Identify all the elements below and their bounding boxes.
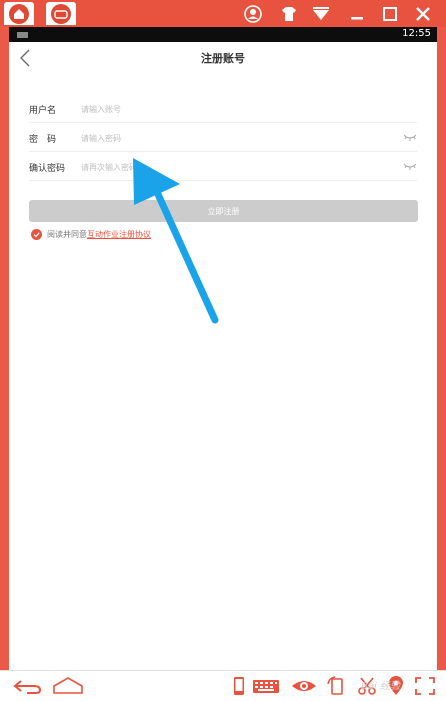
agreement-prefix: 阅读并同意 — [47, 230, 87, 239]
tab-app-icon — [51, 4, 71, 24]
rotate-icon[interactable] — [326, 676, 348, 696]
emulator-bottom-bar: Bai 经验 — [0, 670, 446, 701]
agreement-link[interactable]: 互动作业注册协议 — [87, 230, 151, 239]
checkmark-icon[interactable] — [31, 229, 42, 240]
watermark: Bai 经验 — [361, 681, 400, 692]
home-tab[interactable] — [4, 2, 34, 25]
agreement-row: 阅读并同意互动作业注册协议 — [31, 228, 331, 242]
minimize-icon[interactable] — [347, 4, 367, 24]
status-bar: 12:55 — [9, 27, 437, 42]
device-screen: 12:55 注册账号 用户名 密 码 确认密码 立即注册 阅读并同意互动作业注册… — [9, 27, 437, 670]
username-input[interactable] — [81, 99, 381, 119]
emulator-toolbar — [0, 0, 446, 27]
page-title: 注册账号 — [201, 52, 245, 65]
user-icon[interactable] — [243, 4, 263, 24]
agreement-text: 阅读并同意互动作业注册协议 — [47, 229, 151, 240]
confirm-password-input[interactable] — [81, 157, 381, 177]
app-tab[interactable] — [46, 2, 76, 25]
wifi-icon[interactable] — [311, 4, 331, 24]
keyboard-icon[interactable] — [252, 676, 280, 696]
eye-hidden-icon[interactable] — [403, 162, 417, 171]
confirm-password-row: 确认密码 — [29, 153, 417, 181]
phone-icon[interactable] — [232, 676, 246, 696]
eye-icon[interactable] — [290, 676, 318, 696]
back-icon[interactable] — [12, 676, 44, 696]
username-row: 用户名 — [29, 95, 417, 123]
password-label: 密 码 — [29, 135, 57, 145]
eye-hidden-icon[interactable] — [403, 133, 417, 142]
maximize-icon[interactable] — [380, 4, 400, 24]
fullscreen-icon[interactable] — [414, 676, 436, 696]
status-time: 12:55 — [402, 28, 431, 39]
register-button[interactable]: 立即注册 — [29, 200, 418, 222]
close-icon[interactable] — [413, 4, 433, 24]
shirt-icon[interactable] — [279, 4, 299, 24]
confirm-password-label: 确认密码 — [29, 164, 66, 174]
username-label: 用户名 — [29, 106, 57, 116]
password-row: 密 码 — [29, 124, 417, 152]
notification-icon — [17, 32, 28, 38]
app-header: 注册账号 — [9, 42, 437, 74]
home-outline-icon[interactable] — [52, 676, 84, 696]
password-input[interactable] — [81, 128, 381, 148]
home-icon — [9, 4, 29, 24]
